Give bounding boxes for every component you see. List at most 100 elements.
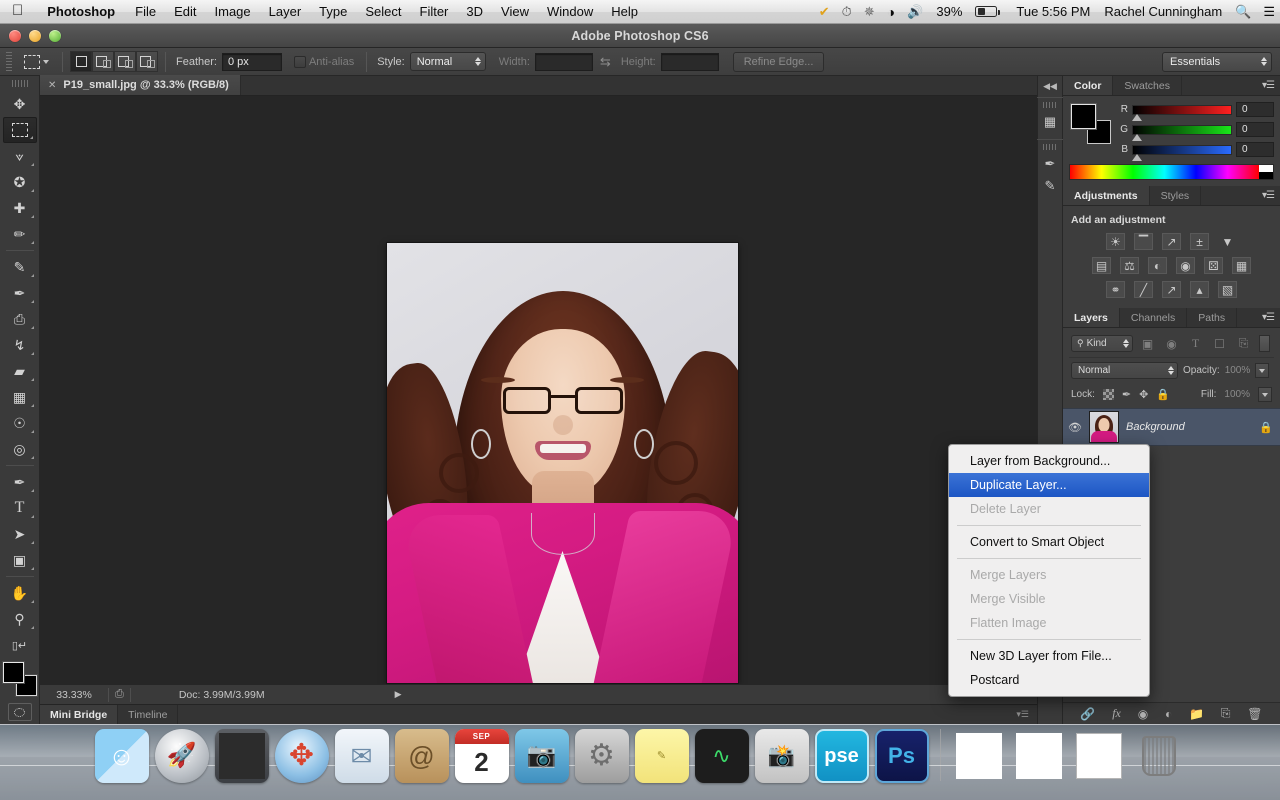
color-balance-icon[interactable]: ⚖: [1120, 257, 1139, 274]
filter-toggle[interactable]: [1259, 335, 1270, 352]
workspace-select[interactable]: Essentials: [1162, 51, 1272, 72]
brush-tool[interactable]: ✒: [3, 280, 37, 306]
menu-item-window[interactable]: Window: [538, 4, 602, 19]
menu-item-edit[interactable]: Edit: [165, 4, 205, 19]
dock-item-calendar[interactable]: SEP 2: [454, 729, 509, 783]
rectangular-marquee-tool[interactable]: [2, 117, 37, 143]
channel-mixer-icon[interactable]: ⚄: [1204, 257, 1223, 274]
dock-item-finder[interactable]: ☺: [94, 729, 149, 783]
menu-item-filter[interactable]: Filter: [411, 4, 458, 19]
tool-presets-icon[interactable]: ✎: [1039, 175, 1061, 197]
eraser-tool[interactable]: ▰: [3, 358, 37, 384]
time-machine-icon[interactable]: ⏱: [836, 4, 858, 20]
fill-dropdown-button[interactable]: [1258, 387, 1272, 402]
tab-timeline[interactable]: Timeline: [118, 705, 179, 724]
red-value-input[interactable]: 0: [1236, 102, 1274, 117]
layer-style-fx-icon[interactable]: fx: [1112, 706, 1121, 721]
subtract-from-selection-button[interactable]: [114, 51, 136, 72]
dock-item-photoshop-elements[interactable]: pse: [814, 729, 869, 783]
dock-item-photo-booth[interactable]: 📷: [514, 729, 569, 783]
menu-item-layer[interactable]: Layer: [260, 4, 311, 19]
menu-item-postcard[interactable]: Postcard: [949, 668, 1149, 692]
photo-filter-icon[interactable]: ◉: [1176, 257, 1195, 274]
color-panel-menu-icon[interactable]: ▾☰: [1262, 80, 1275, 91]
menu-item-type[interactable]: Type: [310, 4, 356, 19]
lock-transparency-icon[interactable]: [1102, 389, 1114, 400]
opacity-dropdown-button[interactable]: [1255, 363, 1270, 378]
dock-item-document-news[interactable]: [1012, 729, 1066, 783]
dock-item-stickies[interactable]: ✎: [634, 729, 689, 783]
rectangle-shape-tool[interactable]: ▣: [3, 547, 37, 573]
crop-tool[interactable]: ✚: [3, 195, 37, 221]
vibrance-icon[interactable]: ▼: [1218, 233, 1237, 250]
dock-item-launchpad[interactable]: 🚀: [154, 729, 209, 783]
move-tool[interactable]: ✥: [3, 91, 37, 117]
hand-tool[interactable]: ✋: [3, 580, 37, 606]
new-layer-icon[interactable]: ⎘: [1221, 706, 1231, 721]
refine-edge-button[interactable]: Refine Edge...: [732, 51, 825, 72]
curves-icon[interactable]: ↗: [1162, 233, 1181, 250]
add-layer-mask-icon[interactable]: ◉: [1138, 707, 1148, 721]
blend-mode-select[interactable]: Normal: [1071, 362, 1178, 379]
menu-item-file[interactable]: File: [126, 4, 165, 19]
clone-stamp-tool[interactable]: ⎙: [3, 306, 37, 332]
color-lookup-icon[interactable]: ▦: [1232, 257, 1251, 274]
default-colors-icon[interactable]: ▯↵: [3, 632, 37, 658]
notification-center-icon[interactable]: ☰: [1257, 4, 1280, 20]
blue-slider[interactable]: [1132, 144, 1232, 161]
color-swatches[interactable]: [2, 662, 37, 696]
intersect-selection-button[interactable]: [136, 51, 158, 72]
foreground-color-swatch[interactable]: [1071, 104, 1096, 129]
lock-all-icon[interactable]: 🔒: [1156, 388, 1170, 401]
menu-item-view[interactable]: View: [492, 4, 538, 19]
close-icon[interactable]: ✕: [48, 80, 56, 91]
options-bar-grip[interactable]: [4, 51, 14, 72]
wifi-icon[interactable]: ◑: [881, 4, 901, 20]
spotlight-search-icon[interactable]: 🔍: [1229, 4, 1257, 20]
shape-layer-filter-icon[interactable]: ☐: [1210, 335, 1229, 352]
adjustment-layer-filter-icon[interactable]: ◉: [1162, 335, 1181, 352]
dock-item-mail[interactable]: ✉: [334, 729, 389, 783]
tab-channels[interactable]: Channels: [1120, 308, 1188, 327]
menu-item-image[interactable]: Image: [206, 4, 260, 19]
new-group-icon[interactable]: 📁: [1189, 707, 1204, 721]
selective-color-icon[interactable]: ▧: [1218, 281, 1237, 298]
layer-filter-kind-select[interactable]: ⚲ Kind: [1071, 335, 1133, 352]
tab-swatches[interactable]: Swatches: [1113, 76, 1182, 95]
status-expand-icon[interactable]: ▶: [395, 689, 402, 700]
dock-item-mission-control[interactable]: [214, 729, 269, 783]
quick-mask-mode-button[interactable]: [7, 703, 32, 721]
layers-panel-menu-icon[interactable]: ▾☰: [1262, 312, 1275, 323]
color-spectrum-ramp[interactable]: [1069, 164, 1274, 180]
lock-image-pixels-icon[interactable]: ✒: [1122, 388, 1131, 401]
active-tool-preset-picker[interactable]: [18, 54, 55, 69]
delete-layer-icon[interactable]: 🗑: [1247, 707, 1262, 721]
fill-value[interactable]: 100%: [1224, 389, 1250, 400]
pixel-layer-filter-icon[interactable]: ▣: [1138, 335, 1157, 352]
clock-datetime[interactable]: Tue 5:56 PM: [1009, 4, 1097, 19]
zoom-tool[interactable]: ⚲: [3, 606, 37, 632]
panel-grip[interactable]: [1043, 102, 1057, 108]
red-slider[interactable]: [1132, 104, 1232, 121]
smart-object-filter-icon[interactable]: ⎘: [1234, 335, 1253, 352]
brightness-contrast-icon[interactable]: ☀: [1106, 233, 1125, 250]
blue-value-input[interactable]: 0: [1236, 142, 1274, 157]
path-selection-tool[interactable]: ➤: [3, 521, 37, 547]
tab-styles[interactable]: Styles: [1150, 186, 1202, 205]
tab-adjustments[interactable]: Adjustments: [1063, 186, 1150, 205]
dock-item-document-window[interactable]: [1072, 729, 1126, 783]
dock-item-system-preferences[interactable]: ⚙: [574, 729, 629, 783]
adjustments-panel-menu-icon[interactable]: ▾☰: [1262, 190, 1275, 201]
dodge-tool[interactable]: ◎: [3, 436, 37, 462]
threshold-icon[interactable]: ↗: [1162, 281, 1181, 298]
3d-panel-icon[interactable]: ▦: [1039, 111, 1061, 133]
green-slider[interactable]: [1132, 124, 1232, 141]
horizontal-type-tool[interactable]: T: [3, 495, 37, 521]
height-input[interactable]: [660, 52, 719, 71]
green-value-input[interactable]: 0: [1236, 122, 1274, 137]
tab-color[interactable]: Color: [1063, 76, 1114, 95]
link-layers-icon[interactable]: 🔗: [1080, 707, 1095, 721]
menu-item-help[interactable]: Help: [602, 4, 647, 19]
new-adjustment-layer-icon[interactable]: ◐: [1165, 707, 1172, 721]
battery-icon[interactable]: [969, 6, 1003, 17]
